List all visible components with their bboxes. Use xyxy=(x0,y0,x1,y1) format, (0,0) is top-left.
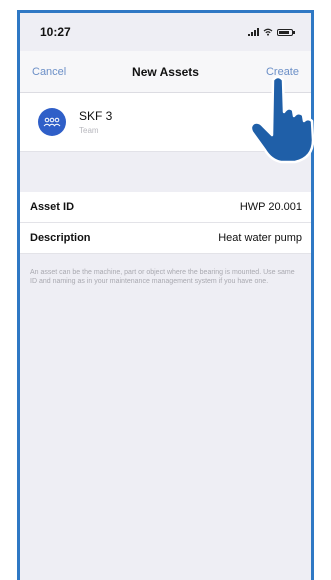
team-icon xyxy=(38,108,66,136)
asset-id-label: Asset ID xyxy=(30,201,75,213)
cancel-button[interactable]: Cancel xyxy=(32,66,66,78)
pointing-hand-icon xyxy=(247,74,317,164)
page-title: New Assets xyxy=(132,64,199,79)
status-time: 10:27 xyxy=(40,25,71,39)
asset-id-field[interactable]: HWP 20.001 xyxy=(240,201,302,213)
status-bar: 10:27 xyxy=(20,13,311,51)
asset-id-row[interactable]: Asset ID HWP 20.001 xyxy=(20,192,311,223)
description-label: Description xyxy=(30,232,91,244)
description-field[interactable]: Heat water pump xyxy=(218,232,302,244)
description-row[interactable]: Description Heat water pump xyxy=(20,223,311,254)
signal-icon xyxy=(248,28,259,36)
help-text: An asset can be the machine, part or obj… xyxy=(30,269,295,285)
status-icons xyxy=(248,28,295,36)
team-info: SKF 3 Team xyxy=(79,109,112,135)
team-name: SKF 3 xyxy=(79,109,113,123)
wifi-icon xyxy=(263,28,273,36)
team-subtitle: Team xyxy=(79,126,99,135)
battery-icon xyxy=(277,28,295,36)
